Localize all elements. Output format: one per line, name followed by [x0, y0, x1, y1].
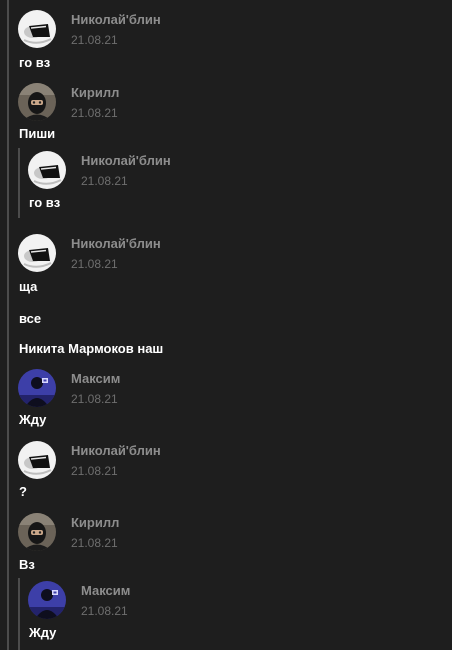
reply-quote-line — [18, 578, 20, 650]
message-date: 21.08.21 — [71, 536, 118, 550]
message-text: все — [19, 311, 42, 326]
message-author[interactable]: Максим — [71, 371, 120, 386]
maksim-avatar — [28, 581, 66, 619]
nikolai-avatar[interactable] — [18, 441, 56, 479]
message-date: 21.08.21 — [71, 464, 118, 478]
reply-author: Николай'блин — [81, 153, 171, 168]
message-date: 21.08.21 — [71, 392, 118, 406]
maksim-avatar[interactable] — [18, 369, 56, 407]
kirill-avatar[interactable] — [18, 83, 56, 121]
reply-text: Жду — [29, 625, 57, 640]
kirill-avatar[interactable] — [18, 513, 56, 551]
message-text: Вз — [19, 557, 35, 572]
message-author[interactable]: Кирилл — [71, 515, 119, 530]
message-text: го вз — [19, 55, 51, 70]
message-text: Жду — [19, 412, 47, 427]
message-text: ? — [19, 484, 27, 499]
message-text: ща — [19, 279, 38, 294]
reply-quote-line — [18, 148, 20, 218]
nikolai-avatar — [28, 151, 66, 189]
nikolai-avatar[interactable] — [18, 234, 56, 272]
message-author[interactable]: Николай'блин — [71, 236, 161, 251]
message-text: Никита Мармоков наш — [19, 341, 164, 356]
reply-date: 21.08.21 — [81, 174, 128, 188]
message-author[interactable]: Кирилл — [71, 85, 119, 100]
thread-line — [7, 0, 9, 650]
reply-text: го вз — [29, 195, 61, 210]
message-date: 21.08.21 — [71, 106, 118, 120]
nikolai-avatar[interactable] — [18, 10, 56, 48]
message-text: Пиши — [19, 126, 56, 141]
message-date: 21.08.21 — [71, 257, 118, 271]
reply-author: Максим — [81, 583, 131, 598]
message-date: 21.08.21 — [71, 33, 118, 47]
message-author[interactable]: Николай'блин — [71, 12, 161, 27]
message-author[interactable]: Николай'блин — [71, 443, 161, 458]
reply-date: 21.08.21 — [81, 604, 128, 618]
